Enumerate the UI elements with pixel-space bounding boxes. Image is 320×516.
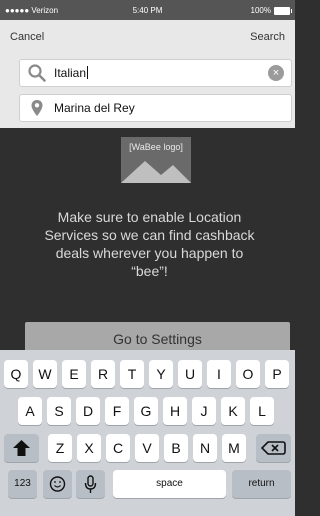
search-value: Italian: [54, 66, 87, 80]
magnifier-icon: [28, 64, 46, 82]
app-frame: ●●●●● Verizon 5:40 PM 100% Cancel Search…: [0, 0, 295, 516]
location-services-message: Make sure to enable Location Services so…: [44, 209, 255, 279]
key-t[interactable]: T: [120, 360, 144, 388]
map-pin-icon: [28, 99, 46, 117]
search-input[interactable]: Italian: [54, 66, 89, 80]
search-field[interactable]: Italian ×: [19, 59, 292, 87]
key-r[interactable]: R: [91, 360, 115, 388]
location-field[interactable]: Marina del Rey: [19, 94, 292, 122]
key-v[interactable]: V: [135, 434, 159, 462]
return-key[interactable]: return: [232, 470, 291, 498]
key-j[interactable]: J: [192, 397, 216, 425]
keyboard: Q W E R T Y U I O P A S D F G H J K L Z …: [0, 350, 295, 516]
microphone-icon[interactable]: [76, 470, 105, 498]
cancel-button[interactable]: Cancel: [10, 31, 44, 43]
top-search-panel: ●●●●● Verizon 5:40 PM 100% Cancel Search…: [0, 0, 295, 128]
backspace-icon[interactable]: [256, 434, 291, 462]
location-input[interactable]: Marina del Rey: [54, 101, 135, 115]
key-x[interactable]: X: [77, 434, 101, 462]
numbers-key[interactable]: 123: [8, 470, 37, 498]
key-c[interactable]: C: [106, 434, 130, 462]
space-key[interactable]: space: [113, 470, 226, 498]
key-g[interactable]: G: [134, 397, 158, 425]
text-caret: [87, 66, 89, 79]
key-z[interactable]: Z: [48, 434, 72, 462]
key-l[interactable]: L: [250, 397, 274, 425]
key-s[interactable]: S: [47, 397, 71, 425]
battery-icon: [274, 6, 292, 15]
key-i[interactable]: I: [207, 360, 231, 388]
key-k[interactable]: K: [221, 397, 245, 425]
logo-label: [WaBee logo]: [129, 142, 183, 152]
key-a[interactable]: A: [18, 397, 42, 425]
key-h[interactable]: H: [163, 397, 187, 425]
shift-icon[interactable]: [4, 434, 39, 462]
search-button[interactable]: Search: [250, 31, 285, 43]
key-e[interactable]: E: [62, 360, 86, 388]
status-bar: ●●●●● Verizon 5:40 PM 100%: [0, 0, 295, 20]
key-y[interactable]: Y: [149, 360, 173, 388]
key-m[interactable]: M: [222, 434, 246, 462]
nav-row: Cancel Search: [0, 26, 295, 46]
clear-icon[interactable]: ×: [268, 65, 284, 81]
battery-percent: 100%: [250, 6, 271, 15]
key-o[interactable]: O: [236, 360, 260, 388]
battery-status: 100%: [250, 6, 292, 15]
key-n[interactable]: N: [193, 434, 217, 462]
key-p[interactable]: P: [265, 360, 289, 388]
key-f[interactable]: F: [105, 397, 129, 425]
key-b[interactable]: B: [164, 434, 188, 462]
emoji-icon[interactable]: [43, 470, 72, 498]
key-u[interactable]: U: [178, 360, 202, 388]
key-d[interactable]: D: [76, 397, 100, 425]
key-w[interactable]: W: [33, 360, 57, 388]
key-q[interactable]: Q: [4, 360, 28, 388]
wabee-logo-placeholder: [WaBee logo]: [121, 137, 191, 183]
